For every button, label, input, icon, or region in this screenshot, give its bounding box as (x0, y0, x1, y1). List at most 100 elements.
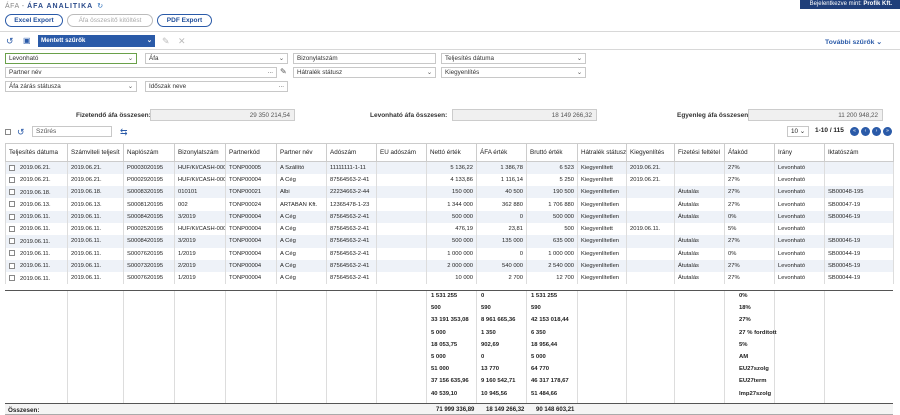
kiegyenlites-select[interactable]: Kiegyenlítés ⌄ (441, 67, 586, 78)
row-checkbox[interactable] (9, 238, 15, 245)
column-header[interactable]: Partnerkód (225, 143, 277, 162)
teljesites-date-select[interactable]: Teljesítés dátuma ⌄ (441, 53, 586, 64)
table-row[interactable]: 2019.06.21. 2019.06.21. P0002920195 HUF/KI/… (5, 173, 894, 187)
table-cell: Albi (276, 186, 327, 199)
search-input[interactable]: Szűrés (32, 126, 112, 137)
table-cell: 87564563-2-41 (326, 272, 377, 285)
table-row[interactable]: 2019.06.13. 2019.06.13. S0008120195 002 TONP… (5, 198, 894, 211)
bizonylat-input[interactable]: Bizonylatszám (293, 53, 436, 64)
column-header[interactable]: Naplószám (123, 143, 175, 162)
table-cell: TONP00021 (225, 186, 277, 199)
aggregate-value: 8 961 665,36 (481, 317, 516, 324)
more-filters-button[interactable]: További szűrők ⌄ (825, 38, 882, 46)
aggregate-value: 5 000 (431, 354, 446, 360)
table-cell: 87564563-2-41 (326, 235, 377, 248)
table-cell: 362 880 (476, 198, 527, 211)
edit-icon[interactable]: ✎ (162, 36, 170, 46)
chevron-down-icon: ⌄ (576, 69, 582, 76)
table-row[interactable]: 2019.06.18. 2019.06.18. S0008320195 010101 T… (5, 186, 894, 199)
page-title: ÁFA ANALITIKA (27, 3, 94, 10)
table-cell: 27% (724, 198, 775, 211)
table-row[interactable]: 2019.06.11. 2019.06.11. S0008420195 3/2019 T… (5, 210, 894, 223)
aggregate-value: 5 000 (431, 329, 446, 336)
column-header[interactable]: ÁFA érték (476, 143, 527, 162)
column-header[interactable]: Iktatószám (824, 143, 894, 162)
table-cell: 2019.06.11. (67, 235, 124, 248)
table-row[interactable]: 2019.06.11. 2019.06.11. S0007320195 2/2019 T… (5, 259, 894, 273)
reset-icon[interactable]: ↺ (6, 36, 14, 46)
aggregate-value: 9 160 542,71 (481, 378, 516, 385)
row-checkbox[interactable] (9, 188, 15, 195)
column-header[interactable]: Számviteli teljesít (67, 143, 124, 162)
chevron-down-icon: ⌄ (127, 83, 133, 90)
aggregate-value: EU27szolg (739, 366, 769, 373)
row-date: 2019.06.18. (20, 189, 51, 196)
first-page-icon[interactable]: « (850, 127, 859, 136)
table-cell (376, 173, 427, 187)
row-checkbox[interactable] (9, 275, 15, 282)
column-header[interactable]: Partner név (276, 143, 327, 162)
column-header[interactable]: Adószám (326, 143, 377, 162)
row-checkbox[interactable] (9, 164, 15, 171)
column-header[interactable]: Áfakód (724, 143, 775, 162)
row-date: 2019.06.11. (20, 226, 51, 233)
next-page-icon[interactable]: › (872, 127, 881, 136)
type-select[interactable]: Levonható ⌄ (5, 53, 137, 64)
refresh-icon[interactable]: ↻ (97, 3, 103, 10)
pdf-export-button[interactable]: PDF Export (157, 14, 212, 27)
afa-select[interactable]: Áfa ⌄ (145, 53, 288, 64)
afa-summary-button[interactable]: Áfa összesítő kitöltést (67, 14, 153, 27)
aggregate-value: 27 % fordított (739, 329, 777, 336)
hatralek-select[interactable]: Hátralék státusz ⌄ (293, 67, 436, 78)
column-header[interactable]: EU adószám (376, 143, 427, 162)
partner-input[interactable]: Partner név... (5, 67, 277, 78)
row-checkbox[interactable] (9, 250, 15, 257)
edit-icon[interactable]: ✎ (280, 67, 287, 77)
table-row[interactable]: 2019.06.21. 2019.06.21. P0003020195 HUF/KI/… (5, 161, 894, 174)
column-header[interactable]: Nettó érték (426, 143, 477, 162)
delete-icon[interactable]: ✕ (178, 36, 186, 46)
table-cell: 5% (724, 222, 775, 236)
table-cell: 12365478-1-23 (326, 198, 377, 211)
afa-zaras-select[interactable]: Áfa zárás státusza ⌄ (5, 81, 137, 92)
table-row[interactable]: 2019.06.11. 2019.06.11. S0007620195 1/2019 T… (5, 272, 894, 285)
login-user[interactable]: Profik Kft. (863, 1, 892, 7)
per-page-select[interactable]: 10 ⌄ (787, 126, 809, 137)
column-header[interactable]: Fizetési feltétel (674, 143, 725, 162)
aggregate-value: 37 156 635,96 (431, 378, 469, 385)
last-page-icon[interactable]: » (883, 127, 892, 136)
more-icon[interactable]: ... (268, 67, 273, 77)
column-header[interactable]: Kiegyenlítés (626, 143, 675, 162)
select-all-checkbox[interactable] (5, 129, 11, 136)
column-header[interactable]: Bizonylatszám (174, 143, 226, 162)
idoszak-input[interactable]: Időszak neve... (145, 81, 288, 92)
row-checkbox[interactable] (9, 213, 15, 220)
column-header[interactable]: Bruttó érték (526, 143, 578, 162)
row-checkbox[interactable] (9, 225, 15, 232)
column-header[interactable]: Irány (774, 143, 825, 162)
swap-icon[interactable]: ⇆ (120, 127, 128, 137)
row-checkbox[interactable] (9, 176, 15, 183)
table-cell: 5 250 (526, 173, 578, 187)
chevron-down-icon: ⌄ (127, 55, 133, 62)
table-cell: 2019.06.11. (67, 247, 124, 260)
save-filter-icon[interactable]: ▣ (23, 36, 31, 46)
breadcrumb-parent[interactable]: ÁFA (5, 3, 19, 10)
table-cell: A Cég (276, 247, 327, 260)
excel-export-button[interactable]: Excel Export (5, 14, 63, 27)
row-checkbox[interactable] (9, 201, 15, 208)
reset-icon[interactable]: ↺ (17, 127, 25, 137)
row-checkbox[interactable] (9, 262, 15, 269)
table-row[interactable]: 2019.06.11. 2019.06.11. S0008420195 3/2019 T… (5, 235, 894, 248)
table-cell (376, 222, 427, 236)
table-cell: 2019.06.11. (5, 222, 68, 236)
table-row[interactable]: 2019.06.11. 2019.06.11. S0007620195 1/2019 T… (5, 247, 894, 260)
table-cell: 1/2019 (174, 272, 226, 285)
saved-filters-select[interactable]: Mentett szűrők ⌄ (38, 35, 155, 47)
table-cell: 3/2019 (174, 235, 226, 248)
column-header[interactable]: Hátralék státusz (577, 143, 627, 162)
prev-page-icon[interactable]: ‹ (861, 127, 870, 136)
table-row[interactable]: 2019.06.11. 2019.06.11. P0002520195 HUF/KI/… (5, 222, 894, 236)
column-header[interactable]: Teljesítés dátuma (5, 143, 68, 162)
more-icon[interactable]: ... (279, 81, 284, 91)
